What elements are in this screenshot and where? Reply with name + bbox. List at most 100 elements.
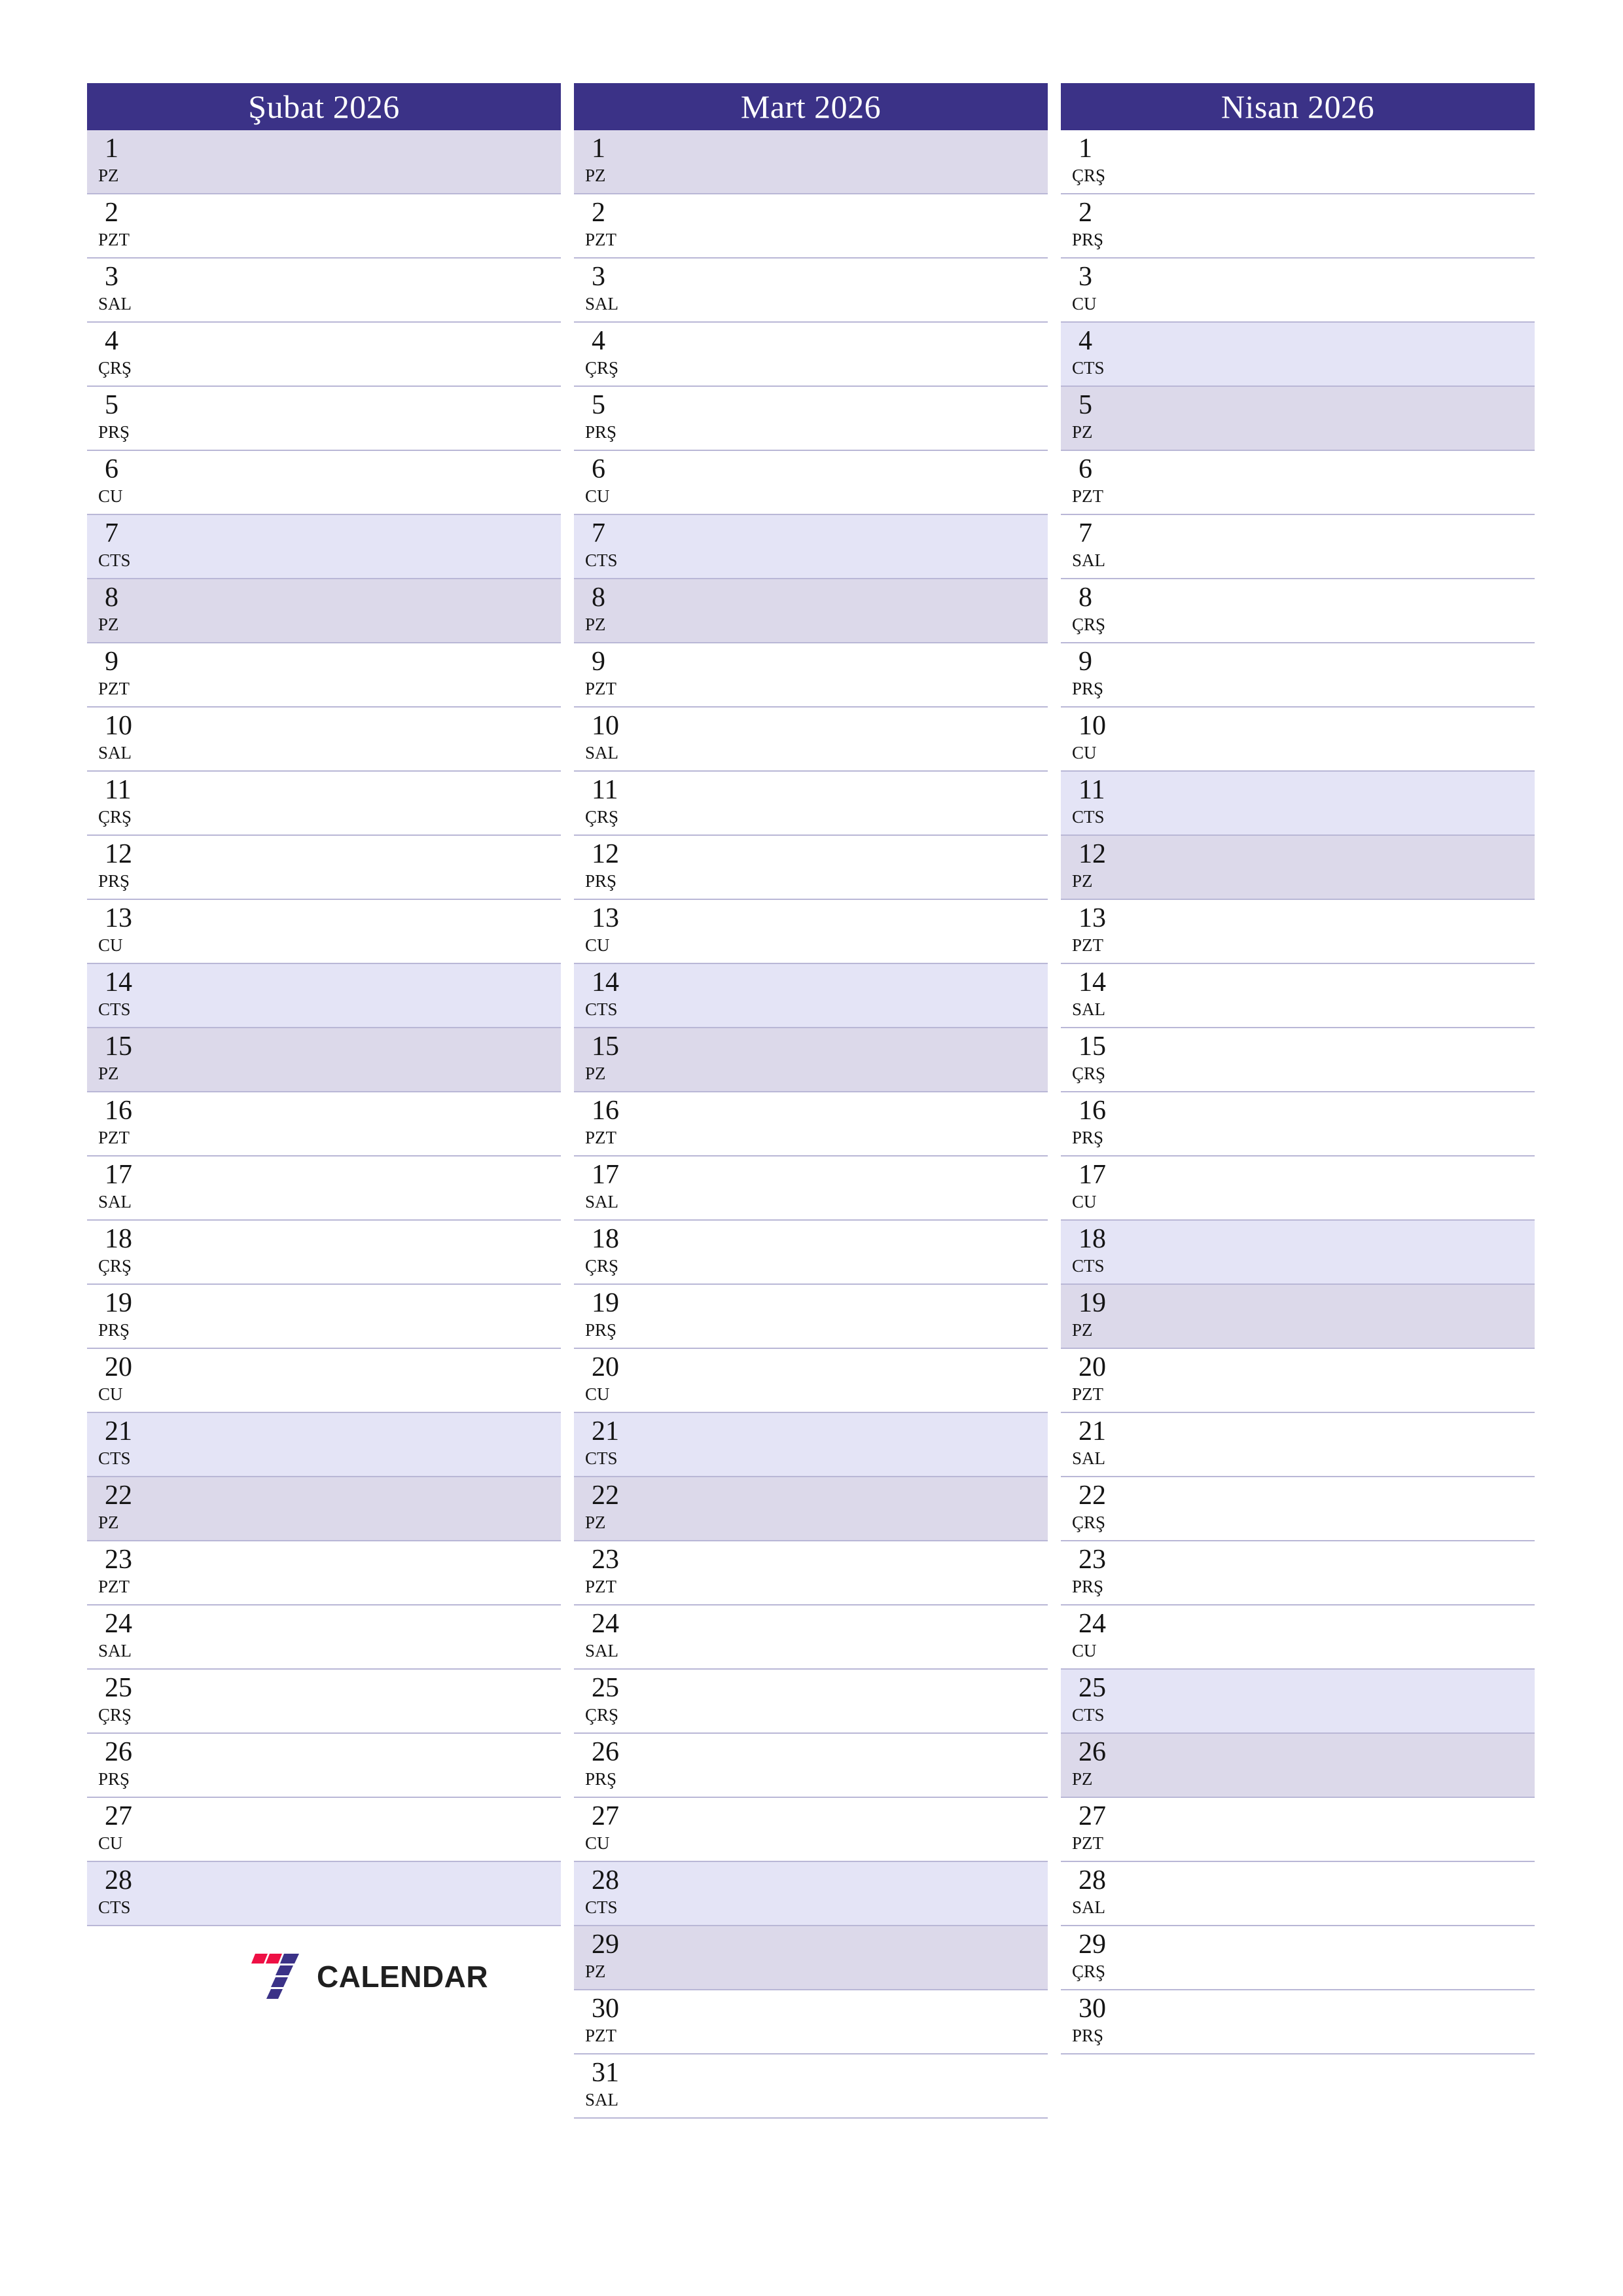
day-row[interactable]: 19 PZ <box>1061 1285 1535 1349</box>
day-row[interactable]: 1 PZ <box>574 130 1048 194</box>
day-row[interactable]: 15 PZ <box>574 1028 1048 1092</box>
day-row[interactable]: 26 PZ <box>1061 1734 1535 1798</box>
day-row[interactable]: 13 CU <box>574 900 1048 964</box>
day-row[interactable]: 27 PZT <box>1061 1798 1535 1862</box>
day-row[interactable]: 2 PZT <box>87 194 561 259</box>
day-row[interactable]: 4 ÇRŞ <box>574 323 1048 387</box>
day-row[interactable]: 31 SAL <box>574 2054 1048 2119</box>
day-row[interactable]: 16 PRŞ <box>1061 1092 1535 1157</box>
day-row[interactable]: 16 PZT <box>87 1092 561 1157</box>
day-weekday: SAL <box>98 743 132 762</box>
day-number: 24 <box>105 1609 132 1639</box>
day-row[interactable]: 1 ÇRŞ <box>1061 130 1535 194</box>
day-row[interactable]: 14 CTS <box>87 964 561 1028</box>
day-row[interactable]: 10 SAL <box>574 708 1048 772</box>
day-row[interactable]: 3 SAL <box>87 259 561 323</box>
day-row[interactable]: 23 PRŞ <box>1061 1541 1535 1605</box>
day-row[interactable]: 30 PZT <box>574 1990 1048 2054</box>
day-row[interactable]: 9 PZT <box>574 643 1048 708</box>
day-row[interactable]: 16 PZT <box>574 1092 1048 1157</box>
day-row[interactable]: 7 SAL <box>1061 515 1535 579</box>
day-row[interactable]: 1 PZ <box>87 130 561 194</box>
day-row[interactable]: 21 CTS <box>87 1413 561 1477</box>
day-row[interactable]: 29 ÇRŞ <box>1061 1926 1535 1990</box>
day-weekday: SAL <box>98 294 132 314</box>
day-weekday: ÇRŞ <box>98 807 132 827</box>
day-row[interactable]: 2 PZT <box>574 194 1048 259</box>
day-row[interactable]: 26 PRŞ <box>574 1734 1048 1798</box>
day-row[interactable]: 18 ÇRŞ <box>87 1221 561 1285</box>
day-row[interactable]: 5 PRŞ <box>87 387 561 451</box>
day-row[interactable]: 12 PRŞ <box>87 836 561 900</box>
day-row[interactable]: 4 ÇRŞ <box>87 323 561 387</box>
day-row[interactable]: 21 SAL <box>1061 1413 1535 1477</box>
day-row[interactable]: 19 PRŞ <box>574 1285 1048 1349</box>
day-row[interactable]: 6 CU <box>574 451 1048 515</box>
day-row[interactable]: 3 SAL <box>574 259 1048 323</box>
day-row[interactable]: 20 PZT <box>1061 1349 1535 1413</box>
day-row[interactable]: 9 PZT <box>87 643 561 708</box>
day-row[interactable]: 11 ÇRŞ <box>574 772 1048 836</box>
day-row[interactable]: 6 PZT <box>1061 451 1535 515</box>
day-row[interactable]: 13 PZT <box>1061 900 1535 964</box>
day-row[interactable]: 21 CTS <box>574 1413 1048 1477</box>
day-row[interactable]: 15 PZ <box>87 1028 561 1092</box>
day-row[interactable]: 8 PZ <box>574 579 1048 643</box>
day-row[interactable]: 30 PRŞ <box>1061 1990 1535 2054</box>
day-row[interactable]: 28 CTS <box>574 1862 1048 1926</box>
day-row[interactable]: 5 PZ <box>1061 387 1535 451</box>
day-weekday: CTS <box>98 1448 131 1468</box>
day-row[interactable]: 18 CTS <box>1061 1221 1535 1285</box>
day-row[interactable]: 3 CU <box>1061 259 1535 323</box>
day-row[interactable]: 26 PRŞ <box>87 1734 561 1798</box>
day-row[interactable]: 23 PZT <box>87 1541 561 1605</box>
day-number: 7 <box>105 518 118 548</box>
day-row[interactable]: 11 ÇRŞ <box>87 772 561 836</box>
day-row[interactable]: 24 SAL <box>87 1605 561 1670</box>
day-row[interactable]: 22 PZ <box>574 1477 1048 1541</box>
day-row[interactable]: 20 CU <box>574 1349 1048 1413</box>
day-row[interactable]: 18 ÇRŞ <box>574 1221 1048 1285</box>
day-row[interactable]: 17 SAL <box>87 1157 561 1221</box>
day-row[interactable]: 23 PZT <box>574 1541 1048 1605</box>
day-weekday: PZ <box>98 1064 119 1083</box>
day-weekday: SAL <box>1072 1448 1106 1468</box>
day-row[interactable]: 28 SAL <box>1061 1862 1535 1926</box>
day-row[interactable]: 20 CU <box>87 1349 561 1413</box>
day-row[interactable]: 28 CTS <box>87 1862 561 1926</box>
day-row[interactable]: 2 PRŞ <box>1061 194 1535 259</box>
day-row[interactable]: 10 SAL <box>87 708 561 772</box>
day-row[interactable]: 12 PZ <box>1061 836 1535 900</box>
day-number: 24 <box>592 1609 619 1639</box>
day-row[interactable]: 25 ÇRŞ <box>87 1670 561 1734</box>
day-row[interactable]: 9 PRŞ <box>1061 643 1535 708</box>
day-row[interactable]: 14 SAL <box>1061 964 1535 1028</box>
day-row[interactable]: 22 PZ <box>87 1477 561 1541</box>
day-weekday: PRŞ <box>585 871 617 891</box>
day-row[interactable]: 22 ÇRŞ <box>1061 1477 1535 1541</box>
day-row[interactable]: 5 PRŞ <box>574 387 1048 451</box>
day-row[interactable]: 17 CU <box>1061 1157 1535 1221</box>
day-row[interactable]: 12 PRŞ <box>574 836 1048 900</box>
day-row[interactable]: 6 CU <box>87 451 561 515</box>
day-row[interactable]: 11 CTS <box>1061 772 1535 836</box>
day-row[interactable]: 8 ÇRŞ <box>1061 579 1535 643</box>
day-row[interactable]: 7 CTS <box>574 515 1048 579</box>
day-row[interactable]: 27 CU <box>87 1798 561 1862</box>
day-row[interactable]: 15 ÇRŞ <box>1061 1028 1535 1092</box>
day-row[interactable]: 25 ÇRŞ <box>574 1670 1048 1734</box>
day-row[interactable]: 14 CTS <box>574 964 1048 1028</box>
day-row[interactable]: 27 CU <box>574 1798 1048 1862</box>
day-row[interactable]: 7 CTS <box>87 515 561 579</box>
day-row[interactable]: 17 SAL <box>574 1157 1048 1221</box>
day-row[interactable]: 13 CU <box>87 900 561 964</box>
day-row[interactable]: 19 PRŞ <box>87 1285 561 1349</box>
day-row[interactable]: 24 SAL <box>574 1605 1048 1670</box>
day-row[interactable]: 25 CTS <box>1061 1670 1535 1734</box>
day-number: 10 <box>1079 711 1106 741</box>
day-row[interactable]: 10 CU <box>1061 708 1535 772</box>
day-row[interactable]: 8 PZ <box>87 579 561 643</box>
day-row[interactable]: 4 CTS <box>1061 323 1535 387</box>
day-row[interactable]: 29 PZ <box>574 1926 1048 1990</box>
day-row[interactable]: 24 CU <box>1061 1605 1535 1670</box>
